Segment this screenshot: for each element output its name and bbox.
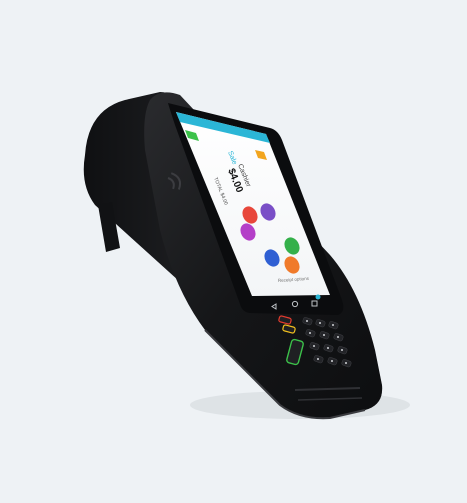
key-dot	[337, 336, 339, 338]
screen-footer-dot	[315, 294, 321, 300]
key-dot	[313, 345, 315, 347]
key-dot	[331, 360, 333, 362]
key-dot	[319, 322, 321, 324]
key-dot	[341, 349, 343, 351]
key-dot	[332, 324, 334, 326]
payment-terminal-photo: Sale Cashier $4.00 TOTAL $4.00 Receipt o…	[0, 0, 467, 503]
key-dot	[327, 347, 329, 349]
key-dot	[317, 358, 319, 360]
key-dot	[309, 332, 311, 334]
key-dot	[306, 320, 308, 322]
key-dot	[345, 362, 347, 364]
key-dot	[323, 334, 325, 336]
